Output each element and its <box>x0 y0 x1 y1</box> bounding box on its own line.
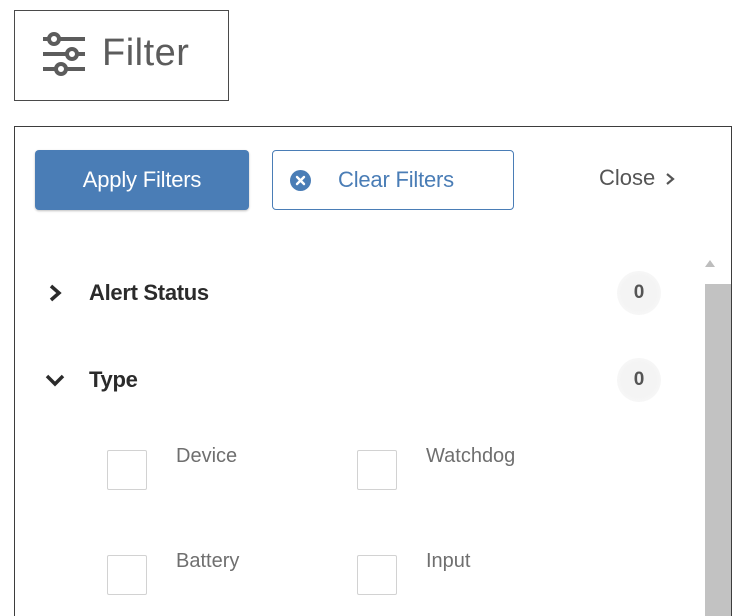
type-option-battery[interactable]: Battery <box>107 550 239 597</box>
chevron-right-icon <box>49 284 62 302</box>
filter-toggle-button[interactable]: Filter <box>14 10 229 101</box>
filter-toggle-label: Filter <box>102 32 190 74</box>
section-type[interactable]: Type <box>45 360 138 400</box>
section-type-label: Type <box>89 367 138 392</box>
close-button[interactable]: Close <box>599 165 676 191</box>
alert-status-count-badge: 0 <box>617 271 661 315</box>
section-alert-status-label: Alert Status <box>89 280 209 305</box>
clear-circle-icon <box>290 170 311 191</box>
option-label: Watchdog <box>426 445 516 467</box>
option-label: Battery <box>176 550 240 572</box>
scroll-up-arrow-icon[interactable] <box>704 259 716 269</box>
clear-filters-label: Clear Filters <box>338 167 454 192</box>
option-label: Input <box>426 550 471 572</box>
checkbox[interactable] <box>107 450 147 490</box>
sliders-icon <box>43 32 85 76</box>
filter-panel: Apply Filters Clear Filters Close Alert … <box>14 126 732 616</box>
section-alert-status[interactable]: Alert Status <box>45 273 209 313</box>
option-label: Device <box>176 445 238 467</box>
type-count-badge: 0 <box>617 358 661 402</box>
close-label: Close <box>599 165 656 190</box>
type-option-input[interactable]: Input <box>357 550 470 597</box>
chevron-down-icon <box>45 374 65 387</box>
checkbox[interactable] <box>107 555 147 595</box>
chevron-right-icon <box>666 173 675 186</box>
scrollbar-thumb[interactable] <box>705 284 731 616</box>
checkbox[interactable] <box>357 450 397 490</box>
type-option-device[interactable]: Device <box>107 445 237 492</box>
checkbox[interactable] <box>357 555 397 595</box>
apply-filters-button[interactable]: Apply Filters <box>35 150 249 210</box>
type-option-watchdog[interactable]: Watchdog <box>357 445 515 492</box>
clear-filters-button[interactable]: Clear Filters <box>272 150 514 210</box>
